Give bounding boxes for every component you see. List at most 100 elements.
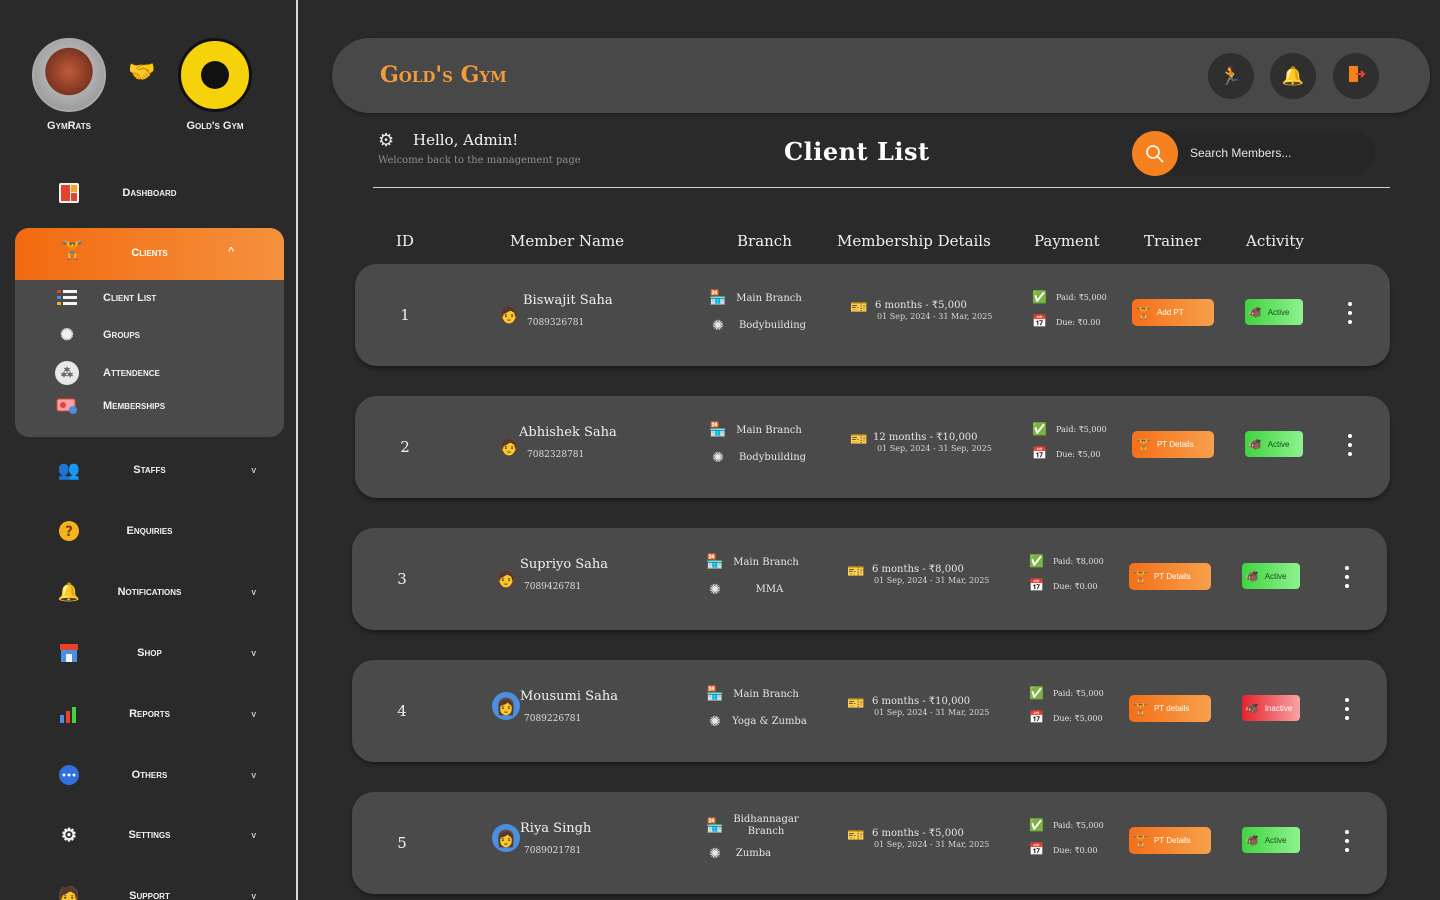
sidebar-item-reports[interactable]: Reports v — [15, 694, 284, 734]
payment-paid: Paid: ₹8,000 — [1053, 557, 1104, 566]
sidebar-item-others[interactable]: Others v — [15, 755, 284, 795]
calendar-icon: 📅 — [1029, 842, 1044, 856]
payment-due: Due: ₹0.00 — [1053, 846, 1098, 855]
column-header-trainer: Trainer — [1144, 232, 1201, 250]
gymrats-brand[interactable]: GymRats — [32, 38, 106, 132]
trainer-button[interactable]: 🏋 PT Details — [1132, 431, 1214, 458]
attendance-icon: ⁂ — [55, 361, 79, 385]
status-badge[interactable]: 🐗 Active — [1245, 431, 1303, 457]
status-badge[interactable]: 🐗 Active — [1242, 563, 1300, 589]
row-menu-button[interactable] — [1342, 698, 1352, 720]
status-icon: 🐗 — [1248, 306, 1262, 319]
row-menu-button[interactable] — [1345, 302, 1355, 324]
trainer-icon: 🏋 — [1133, 569, 1148, 584]
sidebar-sub-attendance[interactable]: ⁂ Attendence — [55, 361, 160, 385]
payment-paid: Paid: ₹5,000 — [1053, 821, 1104, 830]
membership-card-icon: 🎫 — [847, 828, 865, 844]
paid-icon: ✅ — [1029, 686, 1044, 700]
member-name: Abhishek Saha — [519, 425, 617, 440]
table-row[interactable]: 2 🧑 Abhishek Saha 7082328781 🏪 Main Bran… — [355, 396, 1390, 498]
column-header-activity: Activity — [1246, 232, 1304, 250]
header-title: Gold's Gym — [380, 62, 507, 88]
groups-icon: ✺ — [60, 327, 74, 344]
membership-dates: 01 Sep, 2024 - 31 Mar, 2025 — [874, 840, 990, 849]
row-menu-button[interactable] — [1342, 830, 1352, 852]
member-phone: 7089326781 — [527, 318, 585, 328]
status-badge[interactable]: 🐗 Active — [1245, 299, 1303, 325]
program-icon: ✺ — [709, 714, 721, 730]
status-icon: 🐗 — [1245, 570, 1259, 583]
greeting-title: Hello, Admin! — [413, 131, 519, 149]
client-list-label: Client List — [103, 292, 157, 304]
notifications-button[interactable]: 🔔 — [1270, 53, 1316, 99]
golds-gym-brand[interactable]: Gold's Gym — [178, 38, 252, 132]
table-row[interactable]: 3 🧑 Supriyo Saha 7089426781 🏪 Main Branc… — [352, 528, 1387, 630]
brand-row: GymRats 🤝 Gold's Gym — [30, 38, 260, 138]
bell-icon: 🔔 — [1281, 65, 1305, 87]
status-badge[interactable]: 🐗 Active — [1242, 827, 1300, 853]
sidebar-sub-memberships[interactable]: Memberships — [55, 394, 165, 418]
payment-paid: Paid: ₹5,000 — [1056, 293, 1107, 302]
sidebar-item-dashboard[interactable]: Dashboard — [15, 173, 284, 213]
search-input[interactable] — [1190, 143, 1360, 163]
chevron-down-icon: v — [251, 829, 256, 841]
search-bar — [1132, 131, 1375, 176]
membership-card-icon — [55, 394, 79, 418]
profile-button[interactable]: 🏃 — [1208, 53, 1254, 99]
sidebar-item-support[interactable]: 🧑 Support v — [15, 876, 284, 900]
membership-card-icon: 🎫 — [847, 696, 865, 712]
member-id: 1 — [400, 306, 410, 324]
member-name: Mousumi Saha — [520, 689, 618, 704]
trainer-button[interactable]: 🏋 PT Details — [1129, 827, 1211, 854]
trainer-button[interactable]: 🏋 Add PT — [1132, 299, 1214, 326]
paid-icon: ✅ — [1032, 422, 1047, 436]
table-row[interactable]: 4 👩 Mousumi Saha 7089226781 🏪 Main Branc… — [352, 660, 1387, 762]
sidebar-item-staffs[interactable]: 👥 Staffs v — [15, 450, 284, 490]
table-row[interactable]: 1 🧑 Biswajit Saha 7089326781 🏪 Main Bran… — [355, 264, 1390, 366]
member-id: 3 — [397, 570, 407, 588]
search-button[interactable] — [1132, 131, 1178, 176]
sidebar-sub-groups[interactable]: ✺ Groups — [55, 323, 140, 347]
trainer-button[interactable]: 🏋 PT details — [1129, 695, 1211, 722]
status-icon: 🐗 — [1245, 702, 1259, 715]
trainer-icon: 🏋 — [1133, 701, 1148, 716]
sidebar-item-settings[interactable]: ⚙ Settings v — [15, 815, 284, 855]
column-header-branch: Branch — [737, 232, 792, 250]
chevron-down-icon: v — [251, 708, 256, 720]
trainer-icon: 🏋 — [1133, 833, 1148, 848]
attendance-label: Attendence — [103, 367, 160, 379]
sidebar-item-clients[interactable]: 🏋 Clients ^ — [15, 228, 284, 280]
sidebar: GymRats 🤝 Gold's Gym Dashboard 🏋 Clients… — [0, 0, 298, 900]
paid-icon: ✅ — [1032, 290, 1047, 304]
sidebar-sub-client-list[interactable]: Client List — [55, 286, 156, 310]
clients-menu: 🏋 Clients ^ Client List ✺ Groups ⁂ Atten… — [15, 228, 284, 437]
avatar: 🧑 — [496, 568, 516, 588]
program-name: Bodybuilding — [738, 320, 807, 331]
member-phone: 7089226781 — [524, 714, 582, 724]
trainer-button[interactable]: 🏋 PT Details — [1129, 563, 1211, 590]
list-icon — [55, 286, 79, 310]
page-title: Client List — [784, 137, 930, 166]
memberships-label: Memberships — [103, 400, 166, 412]
row-menu-button[interactable] — [1342, 566, 1352, 588]
logout-button[interactable] — [1333, 53, 1379, 99]
branch-name: Main Branch — [733, 689, 799, 700]
sidebar-item-shop[interactable]: Shop v — [15, 633, 284, 673]
sidebar-item-enquiries[interactable]: ? Enquiries — [15, 511, 284, 551]
column-header-payment: Payment — [1034, 232, 1100, 250]
member-id: 5 — [397, 834, 407, 852]
sidebar-item-notifications[interactable]: 🔔 Notifications v — [15, 572, 284, 612]
table-row[interactable]: 5 👩 Riya Singh 7089021781 🏪 Bidhannagar … — [352, 792, 1387, 894]
chevron-up-icon: ^ — [228, 246, 234, 257]
avatar: 👩 — [492, 824, 520, 852]
program-icon: ✺ — [709, 582, 721, 598]
column-header-membership-details: Membership Details — [837, 232, 991, 250]
membership-dates: 01 Sep, 2024 - 31 Mar, 2025 — [877, 312, 993, 321]
status-badge[interactable]: 🐗 Inactive — [1242, 695, 1300, 721]
membership-plan: 6 months - ₹5,000 — [872, 828, 964, 839]
payment-paid: Paid: ₹5,000 — [1053, 689, 1104, 698]
calendar-icon: 📅 — [1029, 710, 1044, 724]
gym-branch-icon: 🏪 — [706, 818, 724, 834]
top-header: Gold's Gym 🏃 🔔 — [332, 38, 1430, 113]
row-menu-button[interactable] — [1345, 434, 1355, 456]
